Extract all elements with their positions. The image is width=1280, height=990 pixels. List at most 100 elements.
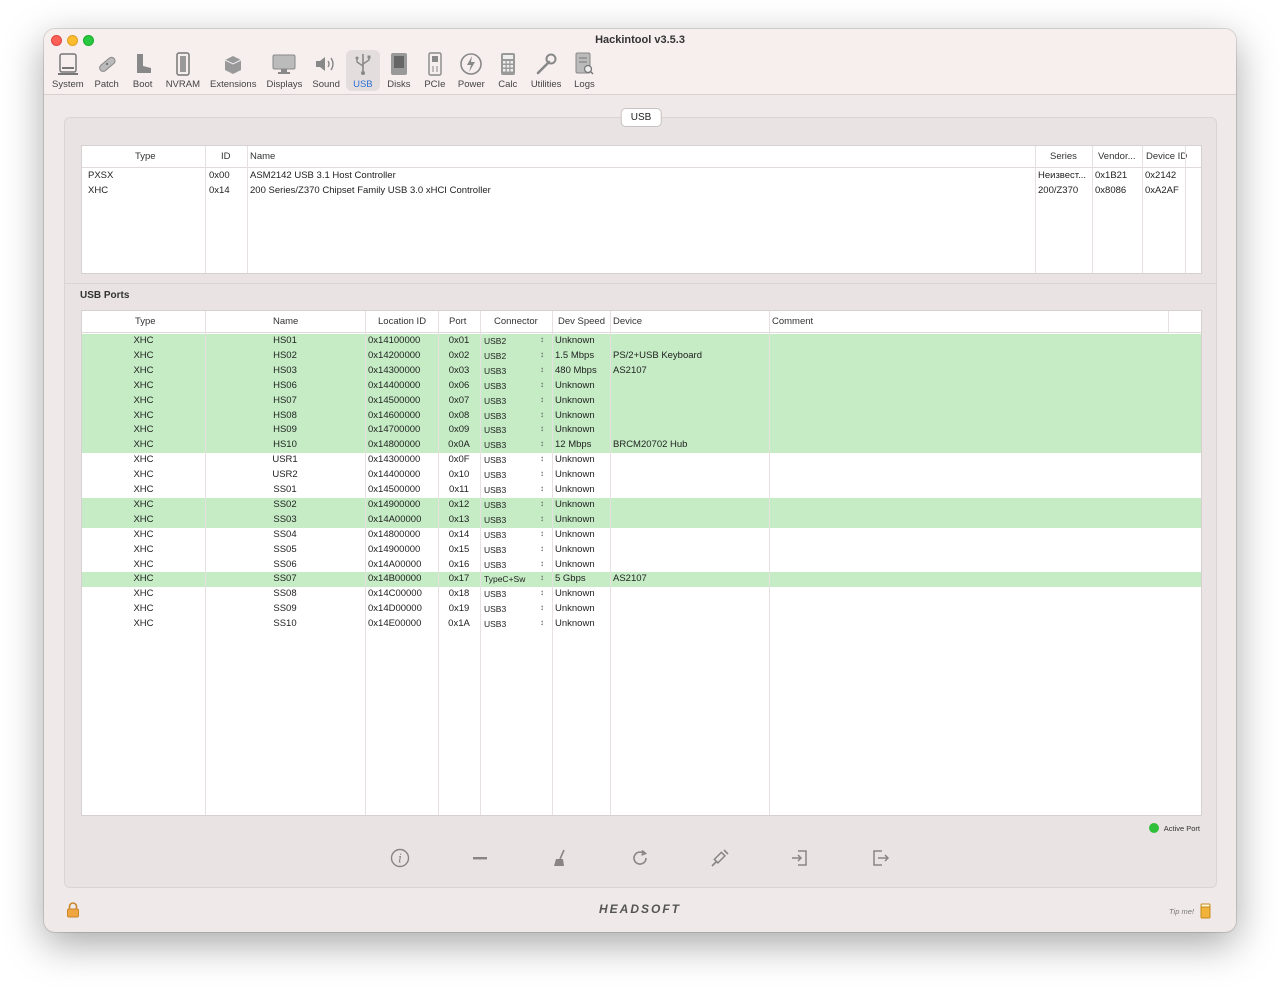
column-header-connector[interactable]: Connector xyxy=(494,316,538,327)
connector-select[interactable]: USB3 xyxy=(484,530,536,540)
chevron-updown-icon[interactable]: ↕ xyxy=(540,350,544,359)
column-header-vendor[interactable]: Vendor... xyxy=(1098,151,1136,162)
chevron-updown-icon[interactable]: ↕ xyxy=(540,499,544,508)
toolbar-item-utilities[interactable]: Utilities xyxy=(527,50,566,91)
tab-usb[interactable]: USB xyxy=(620,108,662,127)
column-header-id[interactable]: ID xyxy=(221,151,231,162)
connector-select[interactable]: USB3 xyxy=(484,589,536,599)
toolbar-item-power[interactable]: Power xyxy=(454,50,489,91)
export-icon[interactable] xyxy=(868,846,892,870)
chevron-updown-icon[interactable]: ↕ xyxy=(540,424,544,433)
table-row[interactable]: XHC HS01 0x14100000 0x01 Unknown USB2 ↕ xyxy=(82,334,1201,349)
chevron-updown-icon[interactable]: ↕ xyxy=(540,573,544,582)
toolbar-item-pcie[interactable]: PCIe xyxy=(418,50,452,91)
cell-speed: Unknown xyxy=(555,424,595,436)
inject-icon[interactable] xyxy=(708,846,732,870)
info-icon[interactable]: i xyxy=(388,846,412,870)
chevron-updown-icon[interactable]: ↕ xyxy=(540,544,544,553)
table-row[interactable]: XHC USR1 0x14300000 0x0F Unknown USB3 ↕ xyxy=(82,453,1201,468)
column-header-comment[interactable]: Comment xyxy=(772,316,813,327)
chevron-updown-icon[interactable]: ↕ xyxy=(540,618,544,627)
connector-select[interactable]: USB2 xyxy=(484,336,536,346)
table-row[interactable]: XHC HS10 0x14800000 0x0A 12 Mbps BRCM20702 Hu… xyxy=(82,438,1201,454)
toolbar-item-usb[interactable]: USB xyxy=(345,50,380,91)
chevron-updown-icon[interactable]: ↕ xyxy=(540,529,544,538)
column-header-device-id[interactable]: Device ID xyxy=(1146,151,1187,162)
chevron-updown-icon[interactable]: ↕ xyxy=(540,395,544,404)
chevron-updown-icon[interactable]: ↕ xyxy=(540,380,544,389)
table-row[interactable]: XHC SS07 0x14B00000 0x17 5 Gbps AS2107 TypeC+S… xyxy=(82,572,1201,588)
toolbar-item-nvram[interactable]: NVRAM xyxy=(162,50,204,91)
connector-select[interactable]: USB3 xyxy=(484,366,536,376)
column-header-port[interactable]: Port xyxy=(449,316,466,327)
chevron-updown-icon[interactable]: ↕ xyxy=(540,603,544,612)
chevron-updown-icon[interactable]: ↕ xyxy=(540,439,544,448)
table-row[interactable]: XHC USR2 0x14400000 0x10 Unknown USB3 ↕ xyxy=(82,468,1201,483)
table-row[interactable]: PXSX 0x00 ASM2142 USB 3.1 Host Controller Н… xyxy=(82,169,1201,184)
column-header-type[interactable]: Type xyxy=(135,151,156,162)
table-row[interactable]: XHC HS09 0x14700000 0x09 Unknown USB3 ↕ xyxy=(82,423,1201,439)
table-row[interactable]: XHC SS05 0x14900000 0x15 Unknown USB3 ↕ xyxy=(82,543,1201,558)
column-header-series[interactable]: Series xyxy=(1050,151,1077,162)
connector-select[interactable]: USB3 xyxy=(484,560,536,570)
chevron-updown-icon[interactable]: ↕ xyxy=(540,469,544,478)
table-row[interactable]: XHC HS06 0x14400000 0x06 Unknown USB3 ↕ xyxy=(82,378,1201,394)
table-row[interactable]: XHC SS10 0x14E00000 0x1A Unknown USB3 ↕ xyxy=(82,617,1201,632)
connector-select[interactable]: USB3 xyxy=(484,470,536,480)
column-header-name[interactable]: Name xyxy=(250,151,275,162)
connector-select[interactable]: USB3 xyxy=(484,381,536,391)
connector-select[interactable]: USB3 xyxy=(484,604,536,614)
column-header-dev-speed[interactable]: Dev Speed xyxy=(558,316,605,327)
chevron-updown-icon[interactable]: ↕ xyxy=(540,454,544,463)
table-row[interactable]: XHC SS04 0x14800000 0x14 Unknown USB3 ↕ xyxy=(82,528,1201,543)
table-row[interactable]: XHC SS01 0x14500000 0x11 Unknown USB3 ↕ xyxy=(82,483,1201,498)
connector-select[interactable]: USB3 xyxy=(484,440,536,450)
table-row[interactable]: XHC SS09 0x14D00000 0x19 Unknown USB3 ↕ xyxy=(82,602,1201,617)
toolbar-item-displays[interactable]: Displays xyxy=(262,50,306,91)
table-row[interactable]: XHC SS06 0x14A00000 0x16 Unknown USB3 ↕ xyxy=(82,558,1201,573)
toolbar-item-disks[interactable]: Disks xyxy=(382,50,416,91)
remove-icon[interactable] xyxy=(468,846,492,870)
toolbar-item-patch[interactable]: Patch xyxy=(90,50,124,91)
chevron-updown-icon[interactable]: ↕ xyxy=(540,484,544,493)
tip-me-button[interactable]: Tip me! xyxy=(1169,903,1212,919)
chevron-updown-icon[interactable]: ↕ xyxy=(540,335,544,344)
table-row[interactable]: XHC HS07 0x14500000 0x07 Unknown USB3 ↕ xyxy=(82,393,1201,409)
column-header-type[interactable]: Type xyxy=(135,316,156,327)
toolbar-item-extensions[interactable]: Extensions xyxy=(206,50,260,91)
toolbar-item-sound[interactable]: Sound xyxy=(308,50,343,91)
toolbar-item-calc[interactable]: Calc xyxy=(491,50,525,91)
toolbar-item-boot[interactable]: Boot xyxy=(126,50,160,91)
connector-select[interactable]: USB3 xyxy=(484,545,536,555)
clean-icon[interactable] xyxy=(548,846,572,870)
toolbar-item-logs[interactable]: Logs xyxy=(567,50,601,91)
connector-select[interactable]: USB3 xyxy=(484,411,536,421)
connector-select[interactable]: TypeC+Sw xyxy=(484,574,536,584)
connector-select[interactable]: USB3 xyxy=(484,500,536,510)
chevron-updown-icon[interactable]: ↕ xyxy=(540,365,544,374)
table-row[interactable]: XHC HS02 0x14200000 0x02 1.5 Mbps PS/2+USB Ke… xyxy=(82,348,1201,364)
refresh-icon[interactable] xyxy=(628,846,652,870)
table-row[interactable]: XHC 0x14 200 Series/Z370 Chipset Family US… xyxy=(82,184,1201,199)
table-row[interactable]: XHC SS03 0x14A00000 0x13 Unknown USB3 ↕ xyxy=(82,512,1201,528)
connector-select[interactable]: USB3 xyxy=(484,485,536,495)
connector-select[interactable]: USB3 xyxy=(484,396,536,406)
import-icon[interactable] xyxy=(788,846,812,870)
table-row[interactable]: XHC HS03 0x14300000 0x03 480 Mbps AS2107 USB3 ↕ xyxy=(82,363,1201,379)
table-row[interactable]: XHC SS08 0x14C00000 0x18 Unknown USB3 ↕ xyxy=(82,587,1201,602)
chevron-updown-icon[interactable]: ↕ xyxy=(540,559,544,568)
table-row[interactable]: XHC HS08 0x14600000 0x08 Unknown USB3 ↕ xyxy=(82,408,1201,424)
column-header-name[interactable]: Name xyxy=(273,316,298,327)
connector-select[interactable]: USB3 xyxy=(484,619,536,629)
connector-select[interactable]: USB3 xyxy=(484,455,536,465)
toolbar-item-system[interactable]: System xyxy=(48,50,88,91)
chevron-updown-icon[interactable]: ↕ xyxy=(540,410,544,419)
chevron-updown-icon[interactable]: ↕ xyxy=(540,514,544,523)
column-header-location-id[interactable]: Location ID xyxy=(378,316,426,327)
connector-select[interactable]: USB3 xyxy=(484,425,536,435)
table-row[interactable]: XHC SS02 0x14900000 0x12 Unknown USB3 ↕ xyxy=(82,497,1201,513)
connector-select[interactable]: USB3 xyxy=(484,515,536,525)
chevron-updown-icon[interactable]: ↕ xyxy=(540,588,544,597)
connector-select[interactable]: USB2 xyxy=(484,351,536,361)
column-header-device[interactable]: Device xyxy=(613,316,642,327)
